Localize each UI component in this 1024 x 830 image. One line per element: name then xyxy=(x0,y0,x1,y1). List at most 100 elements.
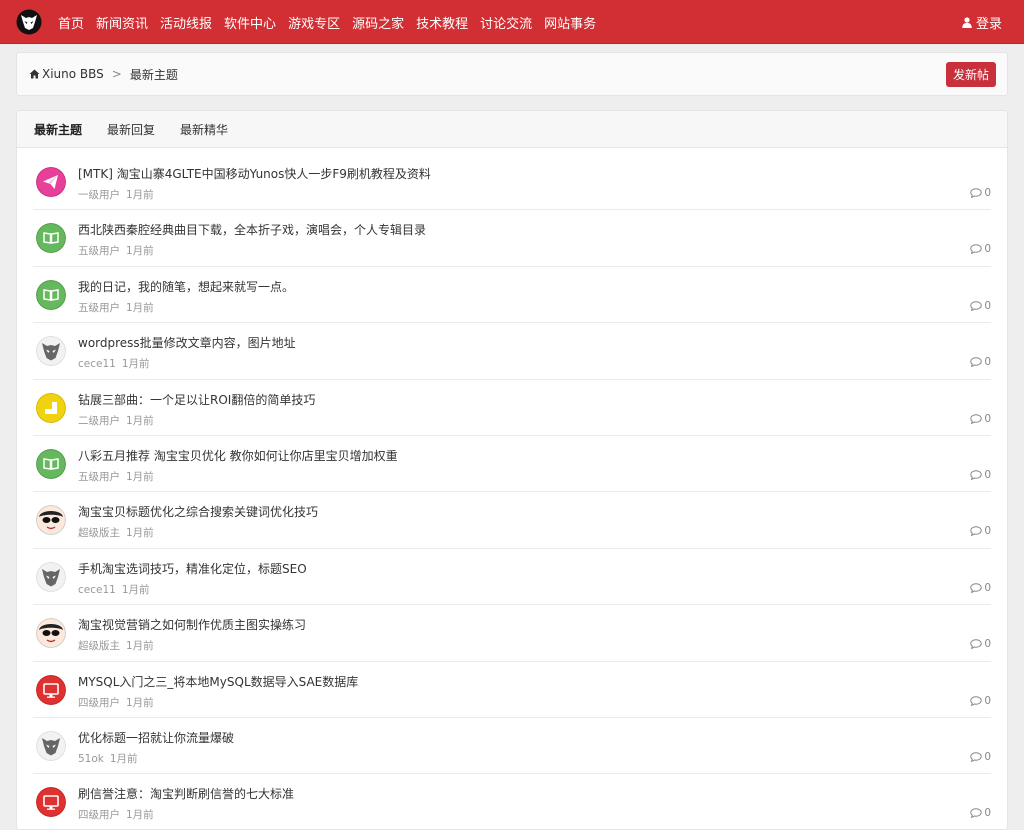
comment-icon xyxy=(970,301,983,311)
thread-meta: cece11 1月前 xyxy=(78,356,150,371)
thread-title[interactable]: 淘宝视觉营销之如何制作优质主图实操练习 xyxy=(78,616,306,633)
reply-count-value: 0 xyxy=(984,750,991,763)
thread-reply-count: 0 xyxy=(970,695,991,707)
comment-icon xyxy=(970,188,983,198)
comment-icon xyxy=(970,357,983,368)
thread-title[interactable]: 刷信誉注意：淘宝判断刷信誉的七大标准 xyxy=(78,785,294,802)
new-thread-button[interactable]: 发新帖 xyxy=(945,62,996,87)
thread-reply-count: 0 xyxy=(970,525,991,537)
thread-row[interactable]: 西北陕西秦腔经典曲目下载，全本折子戏，演唱会，个人专辑目录五级用户 1月前 0 xyxy=(33,210,991,267)
thread-time: 1月前 xyxy=(126,809,154,822)
breadcrumb: Xiuno BBS > 最新主题 xyxy=(29,53,178,95)
comment-icon xyxy=(970,639,983,650)
reply-count-value: 0 xyxy=(984,187,991,199)
thread-author[interactable]: 一级用户 xyxy=(78,189,120,201)
thread-time: 1月前 xyxy=(126,470,154,483)
thread-author[interactable]: cece11 xyxy=(78,358,116,370)
thread-reply-count: 0 xyxy=(970,638,991,650)
thread-title[interactable]: wordpress批量修改文章内容，图片地址 xyxy=(78,334,296,351)
tab-0[interactable]: 最新主题 xyxy=(34,121,82,138)
nav-item-2[interactable]: 活动线报 xyxy=(160,13,212,32)
thread-time: 1月前 xyxy=(121,358,150,371)
nav-item-7[interactable]: 讨论交流 xyxy=(480,13,532,32)
nav-item-8[interactable]: 网站事务 xyxy=(544,13,596,32)
reply-count-value: 0 xyxy=(984,243,991,256)
thread-row[interactable]: 八彩五月推荐 淘宝宝贝优化 教你如何让你店里宝贝增加权重五级用户 1月前 0 xyxy=(33,436,991,493)
login-link[interactable]: 登录 xyxy=(962,0,1002,44)
thread-author[interactable]: 五级用户 xyxy=(78,245,120,257)
avatar[interactable] xyxy=(36,167,66,197)
avatar[interactable] xyxy=(36,787,66,818)
avatar[interactable] xyxy=(36,674,66,705)
reply-count-value: 0 xyxy=(984,807,991,820)
thread-author[interactable]: 四级用户 xyxy=(78,809,120,821)
thread-row[interactable]: 优化标题一招就让你流量爆破 51ok 1月前 0 xyxy=(33,718,991,775)
thread-time: 1月前 xyxy=(126,527,154,540)
thread-row[interactable]: 淘宝宝贝标题优化之综合搜索关键词优化技巧超级版主 1月前 0 xyxy=(33,492,991,549)
nav-item-1[interactable]: 新闻资讯 xyxy=(96,13,148,32)
avatar[interactable] xyxy=(36,618,66,649)
thread-row[interactable]: 淘宝视觉营销之如何制作优质主图实操练习超级版主 1月前 0 xyxy=(33,605,991,662)
thread-title[interactable]: 手机淘宝选词技巧，精准化定位，标题SEO xyxy=(78,560,307,577)
thread-author[interactable]: 五级用户 xyxy=(78,302,120,314)
thread-row[interactable]: 刷信誉注意：淘宝判断刷信誉的七大标准四级用户 1月前 0 xyxy=(33,774,991,829)
thread-reply-count: 0 xyxy=(970,582,991,594)
comment-icon xyxy=(970,470,983,480)
thread-reply-count: 0 xyxy=(970,751,991,763)
thread-title[interactable]: MYSQL入门之三_将本地MySQL数据导入SAE数据库 xyxy=(78,673,358,690)
thread-title[interactable]: 八彩五月推荐 淘宝宝贝优化 教你如何让你店里宝贝增加权重 xyxy=(78,447,398,464)
avatar[interactable] xyxy=(36,223,66,254)
comment-icon xyxy=(970,583,983,593)
reply-count-value: 0 xyxy=(984,468,991,481)
reply-count-value: 0 xyxy=(984,356,991,369)
thread-title[interactable]: 西北陕西秦腔经典曲目下载，全本折子戏，演唱会，个人专辑目录 xyxy=(78,221,426,238)
thread-meta: 51ok 1月前 xyxy=(78,751,138,766)
avatar[interactable] xyxy=(36,505,66,536)
comment-icon xyxy=(970,526,983,537)
thread-title[interactable]: 淘宝宝贝标题优化之综合搜索关键词优化技巧 xyxy=(78,503,318,520)
site-logo-icon[interactable] xyxy=(16,9,42,35)
thread-author[interactable]: 二级用户 xyxy=(78,415,120,427)
avatar[interactable] xyxy=(36,336,66,367)
thread-row[interactable]: 我的日记，我的随笔，想起来就写一点。 五级用户 1月前 0 xyxy=(33,267,991,324)
avatar[interactable] xyxy=(36,561,66,592)
tab-1[interactable]: 最新回复 xyxy=(107,121,155,138)
thread-row[interactable]: wordpress批量修改文章内容，图片地址 cece11 1月前 0 xyxy=(33,323,991,380)
avatar[interactable] xyxy=(36,279,66,310)
avatar[interactable] xyxy=(36,448,66,479)
thread-title[interactable]: 我的日记，我的随笔，想起来就写一点。 xyxy=(78,278,294,295)
thread-author[interactable]: 51ok xyxy=(78,753,104,765)
thread-meta: 四级用户 1月前 xyxy=(78,695,154,710)
thread-row[interactable]: 手机淘宝选词技巧，精准化定位，标题SEO cece11 1月前 0 xyxy=(33,549,991,606)
comment-icon xyxy=(970,244,983,255)
tab-2[interactable]: 最新精华 xyxy=(180,121,228,138)
reply-count-value: 0 xyxy=(984,581,991,594)
nav-item-4[interactable]: 游戏专区 xyxy=(288,13,340,32)
thread-author[interactable]: 超级版主 xyxy=(78,527,120,539)
thread-time: 1月前 xyxy=(126,245,154,258)
thread-reply-count: 0 xyxy=(970,243,991,255)
thread-reply-count: 0 xyxy=(970,807,991,819)
comment-icon xyxy=(970,808,983,819)
thread-author[interactable]: cece11 xyxy=(78,584,116,596)
thread-row[interactable]: [MTK] 淘宝山寨4GLTE中国移动Yunos快人一步F9刷机教程及资料一级用… xyxy=(33,154,991,211)
thread-author[interactable]: 超级版主 xyxy=(78,640,120,652)
avatar[interactable] xyxy=(36,730,66,761)
thread-author[interactable]: 五级用户 xyxy=(78,471,120,483)
avatar[interactable] xyxy=(36,392,66,423)
thread-title[interactable]: 钻展三部曲：一个足以让ROI翻倍的简单技巧 xyxy=(78,391,315,408)
thread-row[interactable]: MYSQL入门之三_将本地MySQL数据导入SAE数据库 四级用户 1月前 0 xyxy=(33,662,991,718)
nav-item-3[interactable]: 软件中心 xyxy=(224,13,276,32)
thread-meta: 四级用户 1月前 xyxy=(78,807,154,822)
thread-time: 1月前 xyxy=(109,752,138,765)
breadcrumb-home-link[interactable]: Xiuno BBS xyxy=(42,67,104,81)
thread-reply-count: 0 xyxy=(970,413,991,425)
nav-item-5[interactable]: 源码之家 xyxy=(352,13,404,32)
thread-author[interactable]: 四级用户 xyxy=(78,697,120,709)
thread-row[interactable]: 钻展三部曲：一个足以让ROI翻倍的简单技巧 二级用户 1月前 0 xyxy=(33,380,991,436)
nav-item-0[interactable]: 首页 xyxy=(58,13,84,32)
thread-title[interactable]: 优化标题一招就让你流量爆破 xyxy=(78,729,234,746)
thread-title[interactable]: [MTK] 淘宝山寨4GLTE中国移动Yunos快人一步F9刷机教程及资料 xyxy=(78,165,431,182)
nav-item-6[interactable]: 技术教程 xyxy=(416,13,468,32)
thread-time: 1月前 xyxy=(126,640,154,653)
